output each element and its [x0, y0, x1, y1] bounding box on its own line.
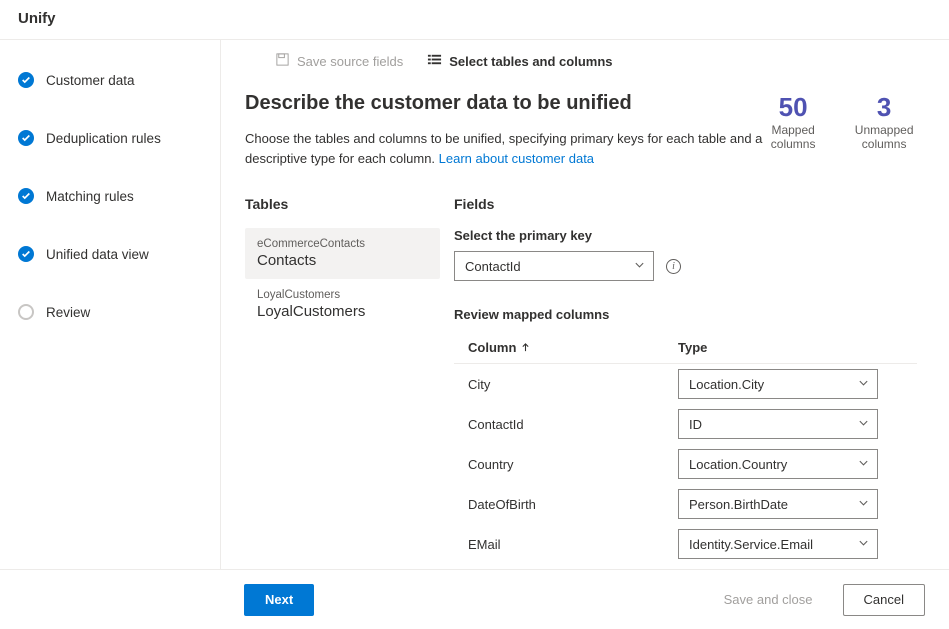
app-title: Unify — [18, 10, 56, 27]
column-name: City — [468, 377, 678, 392]
learn-link[interactable]: Learn about customer data — [439, 151, 594, 166]
sidebar: Customer data Deduplication rules Matchi… — [0, 40, 220, 569]
step-label: Customer data — [46, 73, 135, 88]
chevron-down-icon — [634, 259, 645, 274]
select-value: Person.BirthDate — [689, 497, 788, 512]
page-description: Choose the tables and columns to be unif… — [245, 129, 765, 168]
stat-mapped: 50 Mapped columns — [765, 92, 821, 151]
circle-icon — [18, 304, 34, 320]
stat-unmapped: 3 Unmapped columns — [851, 92, 917, 151]
table-row: Country Location.Country — [454, 444, 917, 484]
chevron-down-icon — [858, 537, 869, 552]
primary-key-select[interactable]: ContactId — [454, 251, 654, 281]
type-header[interactable]: Type — [678, 340, 707, 355]
tab-label: Save source fields — [297, 54, 403, 69]
tab-select-tables[interactable]: Select tables and columns — [427, 52, 612, 70]
save-close-button: Save and close — [704, 584, 833, 616]
table-name: Contacts — [257, 252, 428, 269]
info-icon[interactable]: i — [666, 259, 681, 274]
select-value: Identity.Service.Email — [689, 537, 813, 552]
column-name: ContactId — [468, 417, 678, 432]
list-icon — [427, 52, 442, 70]
step-review[interactable]: Review — [18, 298, 206, 326]
select-value: ID — [689, 417, 702, 432]
select-value: Location.City — [689, 377, 764, 392]
type-select[interactable]: Location.Country — [678, 449, 878, 479]
type-select[interactable]: Person.BirthDate — [678, 489, 878, 519]
chevron-down-icon — [858, 417, 869, 432]
step-label: Deduplication rules — [46, 131, 161, 146]
step-customer-data[interactable]: Customer data — [18, 66, 206, 94]
stat-value: 50 — [765, 92, 821, 123]
check-icon — [18, 188, 34, 204]
table-item-loyal[interactable]: LoyalCustomers LoyalCustomers — [245, 279, 440, 330]
table-source: LoyalCustomers — [257, 289, 428, 301]
step-label: Unified data view — [46, 247, 149, 262]
step-label: Review — [46, 305, 90, 320]
step-matching[interactable]: Matching rules — [18, 182, 206, 210]
chevron-down-icon — [858, 377, 869, 392]
table-row: DateOfBirth Person.BirthDate — [454, 484, 917, 524]
column-header[interactable]: Column — [468, 340, 678, 355]
table-row: City Location.City — [454, 364, 917, 404]
select-value: Location.Country — [689, 457, 787, 472]
step-unified-view[interactable]: Unified data view — [18, 240, 206, 268]
select-value: ContactId — [465, 259, 521, 274]
fields-header: Fields — [454, 196, 917, 212]
app-header: Unify — [0, 0, 949, 40]
step-label: Matching rules — [46, 189, 134, 204]
column-name: EMail — [468, 537, 678, 552]
col-header-text: Column — [468, 340, 516, 355]
next-button[interactable]: Next — [244, 584, 314, 616]
step-deduplication[interactable]: Deduplication rules — [18, 124, 206, 152]
tab-label: Select tables and columns — [449, 54, 612, 69]
save-icon — [275, 52, 290, 70]
type-select[interactable]: Location.City — [678, 369, 878, 399]
tab-save-source[interactable]: Save source fields — [275, 52, 403, 70]
check-icon — [18, 72, 34, 88]
table-source: eCommerceContacts — [257, 238, 428, 250]
table-name: LoyalCustomers — [257, 303, 428, 320]
table-row: EMail Identity.Service.Email — [454, 524, 917, 564]
chevron-down-icon — [858, 497, 869, 512]
column-name: DateOfBirth — [468, 497, 678, 512]
check-icon — [18, 246, 34, 262]
stat-label: Unmapped columns — [851, 123, 917, 151]
check-icon — [18, 130, 34, 146]
table-row: ContactId ID — [454, 404, 917, 444]
footer: Next Save and close Cancel — [0, 569, 949, 629]
tables-header: Tables — [245, 196, 440, 212]
primary-key-label: Select the primary key — [454, 228, 917, 243]
grid-header: Column Type — [454, 332, 917, 364]
table-item-contacts[interactable]: eCommerceContacts Contacts — [245, 228, 440, 279]
type-select[interactable]: Identity.Service.Email — [678, 529, 878, 559]
review-header: Review mapped columns — [454, 307, 917, 322]
chevron-down-icon — [858, 457, 869, 472]
type-select[interactable]: ID — [678, 409, 878, 439]
cancel-button[interactable]: Cancel — [843, 584, 925, 616]
stat-value: 3 — [851, 92, 917, 123]
sort-asc-icon — [521, 340, 530, 355]
page-title: Describe the customer data to be unified — [245, 92, 765, 115]
stat-label: Mapped columns — [765, 123, 821, 151]
column-name: Country — [468, 457, 678, 472]
main-panel[interactable]: Save source fields Select tables and col… — [220, 40, 949, 569]
